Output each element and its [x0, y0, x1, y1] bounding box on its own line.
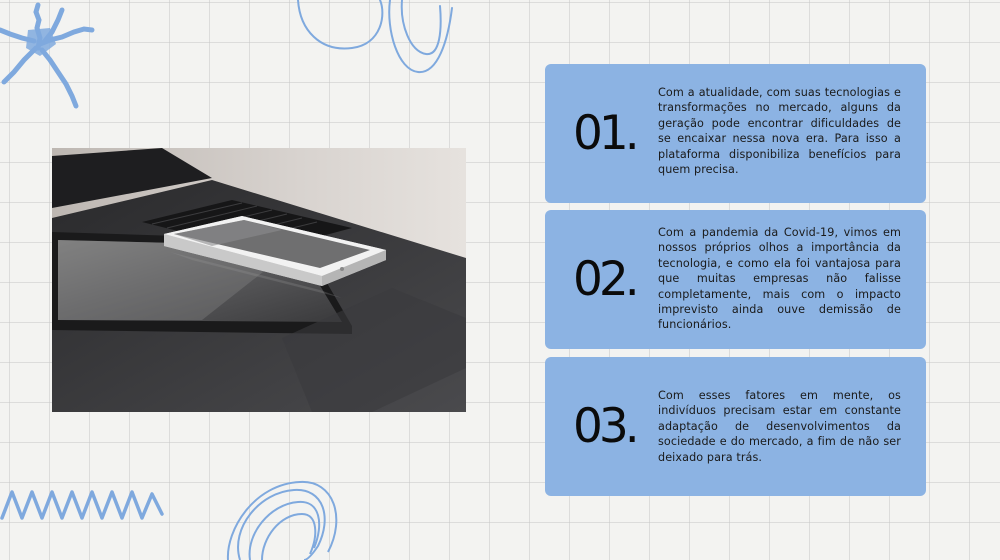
star-scribble-decoration: [0, 2, 95, 109]
wave-scribble-decoration: [0, 490, 164, 520]
card-text: Com esses fatores em mente, os indivíduo…: [658, 389, 901, 464]
loop-scribble-decoration: [297, 0, 453, 74]
info-card-1: 01. Com a atualidade, com suas tecnologi…: [545, 64, 926, 203]
card-number: 01.: [573, 106, 640, 161]
laptop-phone-tablet-photo: [52, 148, 466, 412]
card-number: 02.: [573, 252, 640, 307]
info-card-3: 03. Com esses fatores em mente, os indiv…: [545, 357, 926, 496]
card-text: Com a pandemia da Covid-19, vimos em nos…: [658, 226, 901, 332]
card-text: Com a atualidade, com suas tecnologias e…: [658, 86, 901, 177]
info-card-2: 02. Com a pandemia da Covid-19, vimos em…: [545, 210, 926, 349]
circle-scribble-decoration: [226, 480, 338, 560]
card-number: 03.: [573, 399, 640, 454]
